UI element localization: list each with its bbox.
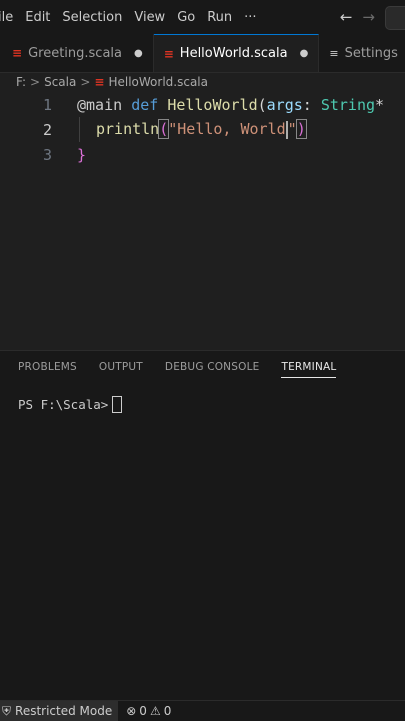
tab-label: Greeting.scala (28, 45, 122, 61)
breadcrumb-drive[interactable]: F: (16, 75, 26, 89)
token-paren: ) (295, 119, 307, 140)
arrow-right-icon[interactable]: → (362, 8, 375, 26)
warning-icon: ⚠ (149, 704, 161, 718)
token-paren: ( (257, 95, 267, 114)
status-bar: ⛨ Restricted Mode ⊗ 0 ⚠ 0 (0, 700, 405, 721)
menu-bar: ile Edit Selection View Go Run ··· ← → (0, 0, 405, 34)
tab-greeting-scala[interactable]: ≡ Greeting.scala ● (0, 34, 154, 72)
menu-selection[interactable]: Selection (56, 10, 128, 25)
menu-file[interactable]: ile (0, 10, 19, 25)
code-line: 3 } (0, 142, 405, 167)
tab-label: HelloWorld.scala (179, 46, 288, 61)
token-function: println (96, 120, 160, 139)
tab-settings[interactable]: ≡ Settings (319, 34, 405, 72)
menu-run[interactable]: Run (201, 10, 238, 25)
tab-label: Settings (344, 45, 398, 61)
code-editor[interactable]: 1 @main def HelloWorld(args: String* 2 p… (0, 92, 405, 350)
arrow-left-icon[interactable]: ← (340, 8, 353, 26)
command-center[interactable] (385, 6, 405, 30)
token-type: String (320, 95, 376, 114)
token-keyword: def (131, 95, 159, 114)
tab-problems[interactable]: PROBLEMS (18, 361, 77, 378)
settings-icon: ≡ (329, 46, 339, 60)
code-line: 2 println("Hello, World ") (0, 117, 405, 142)
token-paren: ( (158, 119, 170, 140)
breadcrumb-file[interactable]: HelloWorld.scala (108, 75, 208, 89)
menu-view[interactable]: View (128, 10, 171, 25)
scala-icon: ≡ (12, 46, 23, 60)
tab-debug-console[interactable]: DEBUG CONSOLE (165, 361, 260, 378)
line-number: 3 (42, 145, 52, 164)
chevron-right-icon: > (80, 75, 91, 89)
line-content: } (77, 146, 86, 164)
token-string: "Hello, World (168, 120, 286, 139)
line-content: println("Hello, World ") (96, 119, 307, 140)
unsaved-dot-icon[interactable]: ● (300, 48, 309, 59)
shield-icon: ⛨ (2, 703, 12, 718)
token-brace: } (77, 145, 87, 164)
bottom-panel: PROBLEMS OUTPUT DEBUG CONSOLE TERMINAL P… (0, 350, 405, 701)
scala-icon: ≡ (163, 46, 174, 61)
line-content: @main def HelloWorld(args: String* (77, 96, 384, 114)
terminal-prompt: PS F:\Scala> (18, 397, 109, 412)
menu-more[interactable]: ··· (238, 10, 262, 25)
restricted-mode-button[interactable]: ⛨ Restricted Mode (0, 701, 119, 721)
tab-helloworld-scala[interactable]: ≡ HelloWorld.scala ● (153, 34, 320, 72)
breadcrumb-folder[interactable]: Scala (44, 75, 76, 89)
problems-status[interactable]: ⊗ 0 ⚠ 0 (118, 704, 171, 718)
menu-go[interactable]: Go (171, 10, 201, 25)
nav-arrows: ← → (340, 0, 375, 34)
token-quote: " (287, 120, 297, 139)
token-function: HelloWorld (167, 95, 258, 114)
unsaved-dot-icon[interactable]: ● (134, 48, 143, 59)
tab-terminal[interactable]: TERMINAL (281, 361, 337, 378)
line-number: 1 (42, 95, 52, 114)
token-annotation: @main (77, 95, 123, 114)
terminal-cursor (112, 396, 123, 413)
token-star: * (375, 95, 385, 114)
breadcrumb: F: > Scala > ≡ HelloWorld.scala (16, 72, 208, 92)
scala-icon: ≡ (94, 75, 105, 89)
tab-output[interactable]: OUTPUT (99, 361, 143, 378)
line-number: 2 (42, 120, 52, 139)
chevron-right-icon: > (30, 75, 41, 89)
restricted-mode-label: Restricted Mode (15, 704, 113, 718)
menu-edit[interactable]: Edit (19, 10, 56, 25)
code-line: 1 @main def HelloWorld(args: String* (0, 92, 405, 117)
token-param: args (266, 95, 303, 114)
warning-count: 0 (163, 704, 172, 718)
editor-tabs: ≡ Greeting.scala ● ≡ HelloWorld.scala ● … (0, 34, 405, 73)
panel-tabs: PROBLEMS OUTPUT DEBUG CONSOLE TERMINAL (18, 361, 337, 378)
error-count: 0 (139, 704, 147, 718)
token-colon: : (302, 95, 321, 114)
terminal[interactable]: PS F:\Scala> (18, 396, 123, 413)
error-icon: ⊗ (126, 704, 137, 718)
